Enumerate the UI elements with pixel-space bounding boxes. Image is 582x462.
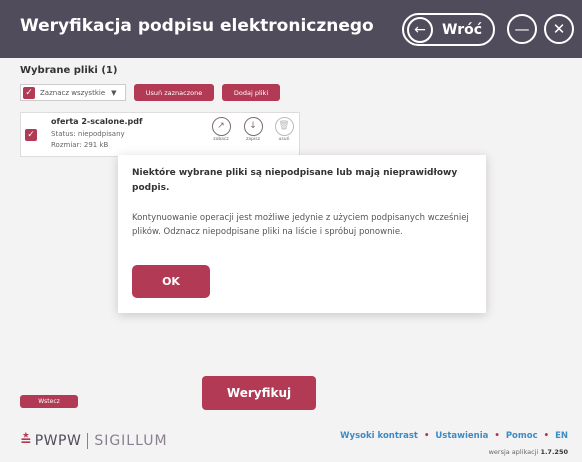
download-file-button[interactable]: ↓ zapisz xyxy=(239,117,267,142)
dialog-body: Kontynuowanie operacji jest możliwe jedy… xyxy=(132,213,469,237)
ok-button[interactable]: OK xyxy=(132,265,210,298)
open-icon: ↗ xyxy=(211,117,231,136)
verify-button[interactable]: Weryfikuj xyxy=(202,376,316,410)
close-icon[interactable]: ✕ xyxy=(544,14,574,44)
language-link[interactable]: EN xyxy=(555,431,568,441)
file-status: Status: niepodpisany xyxy=(51,130,125,138)
add-files-button[interactable]: Dodaj pliki xyxy=(222,84,280,101)
logo-divider xyxy=(87,433,89,449)
footer-separator: • xyxy=(423,431,430,441)
files-toolbar: ✓ Zaznacz wszystkie ▼ Usuń zaznaczone Do… xyxy=(20,84,280,101)
logo-mark-icon: ≛ xyxy=(20,433,32,449)
back-button-label: Wróć xyxy=(442,21,483,38)
back-small-button[interactable]: Wstecz xyxy=(20,395,78,408)
minimize-icon[interactable]: — xyxy=(507,14,537,44)
select-all-dropdown[interactable]: ✓ Zaznacz wszystkie ▼ xyxy=(20,84,126,101)
chevron-down-icon: ▼ xyxy=(111,88,117,97)
settings-link[interactable]: Ustawienia xyxy=(435,431,488,441)
file-list-item: ✓ oferta 2-scalone.pdf Status: niepodpis… xyxy=(20,112,300,157)
selected-files-heading: Wybrane pliki (1) xyxy=(20,65,117,76)
dialog-title: Niektóre wybrane pliki są niepodpisane l… xyxy=(132,168,458,193)
checkbox-checked-icon[interactable]: ✓ xyxy=(23,86,35,99)
file-checkbox[interactable]: ✓ xyxy=(25,129,37,141)
app-header: Weryfikacja podpisu elektronicznego ← Wr… xyxy=(0,0,582,58)
high-contrast-link[interactable]: Wysoki kontrast xyxy=(340,431,418,441)
trash-icon: 🗑 xyxy=(274,117,294,136)
selected-files-label: Wybrane pliki xyxy=(20,65,98,76)
delete-file-button[interactable]: 🗑 usuń xyxy=(270,117,298,142)
app-version: wersja aplikacji 1.7.250 xyxy=(489,448,568,456)
version-value: 1.7.250 xyxy=(540,448,568,456)
delete-caption: usuń xyxy=(278,137,290,142)
footer-links: Wysoki kontrast • Ustawienia • Pomoc • E… xyxy=(340,431,568,441)
download-icon: ↓ xyxy=(243,117,263,136)
logo-word-sigillum: SIGILLUM xyxy=(94,433,168,449)
open-file-button[interactable]: ↗ zobacz xyxy=(207,117,235,142)
file-size: Rozmiar: 291 kB xyxy=(51,141,109,149)
download-caption: zapisz xyxy=(246,137,260,142)
pwpw-sigillum-logo: ≛ PWPW SIGILLUM xyxy=(20,431,168,451)
version-label: wersja aplikacji xyxy=(488,448,539,456)
back-button[interactable]: ← Wróć xyxy=(402,13,495,46)
footer-separator: • xyxy=(494,431,500,441)
remove-selected-button[interactable]: Usuń zaznaczone xyxy=(134,84,214,101)
footer-separator: • xyxy=(543,431,550,441)
unsigned-files-dialog: Niektóre wybrane pliki są niepodpisane l… xyxy=(118,155,486,313)
logo-word-pwpw: PWPW xyxy=(34,433,82,449)
open-caption: zobacz xyxy=(213,137,229,142)
file-name: oferta 2-scalone.pdf xyxy=(51,117,143,126)
help-link[interactable]: Pomoc xyxy=(506,431,538,441)
selected-files-count: (1) xyxy=(101,65,118,76)
select-all-label: Zaznacz wszystkie xyxy=(40,88,106,97)
arrow-left-icon: ← xyxy=(407,16,433,43)
page-title: Weryfikacja podpisu elektronicznego xyxy=(20,16,374,36)
